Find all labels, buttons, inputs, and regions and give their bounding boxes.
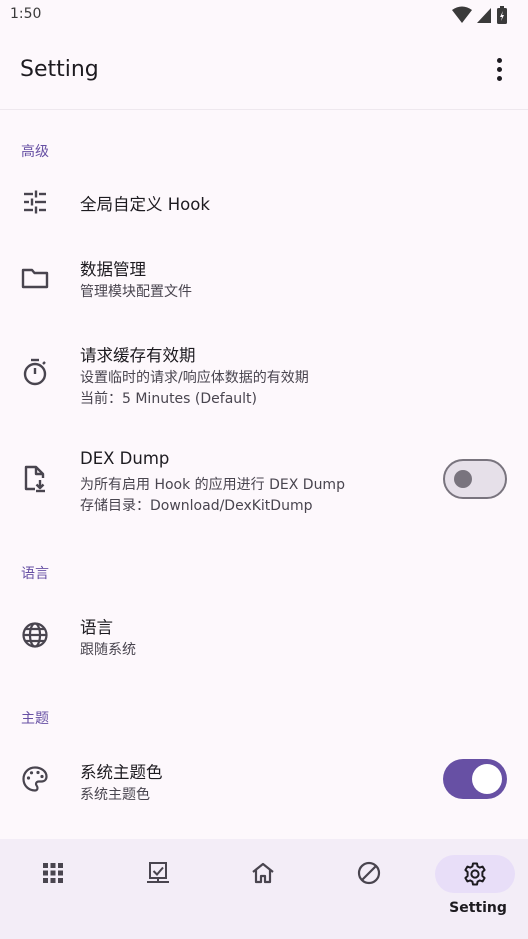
checklist-monitor-icon — [147, 862, 169, 883]
item-title: 语言 — [80, 618, 113, 637]
file-download-icon — [20, 463, 50, 493]
status-time: 1:50 — [10, 6, 42, 22]
timer-icon — [20, 357, 50, 387]
item-subtitle-directory: 存储目录：Download/DexKitDump — [80, 498, 313, 514]
nav-icon-container — [128, 855, 188, 891]
item-title: DEX Dump — [80, 449, 170, 468]
item-subtitle: 系统主题色 — [80, 787, 150, 803]
more-vert-icon — [496, 57, 502, 63]
item-title: 系统主题色 — [80, 763, 163, 782]
toggle-thumb — [472, 764, 502, 794]
more-options-button[interactable] — [484, 52, 514, 86]
more-vert-icon-dot — [496, 66, 502, 72]
dex-dump-toggle[interactable] — [443, 459, 507, 499]
globe-icon — [20, 620, 50, 650]
folder-icon — [20, 263, 50, 293]
palette-icon — [20, 764, 50, 794]
wifi-icon — [452, 6, 472, 23]
more-vert-icon-dot — [496, 75, 502, 81]
item-subtitle: 设置临时的请求/响应体数据的有效期 — [80, 370, 309, 386]
nav-icon-container — [233, 855, 293, 891]
setting-item-data-management[interactable]: 数据管理 管理模块配置文件 — [0, 244, 528, 310]
item-subtitle: 跟随系统 — [80, 642, 136, 658]
gear-icon — [464, 862, 486, 886]
app-bar: Setting — [0, 32, 528, 110]
bottom-navigation: Setting — [0, 839, 528, 939]
nav-item-checklist[interactable] — [118, 853, 198, 925]
nav-icon-container — [23, 855, 83, 891]
status-icons — [452, 5, 508, 25]
nav-item-setting[interactable]: Setting — [435, 853, 518, 925]
setting-item-language[interactable]: 语言 跟随系统 — [0, 603, 528, 669]
nav-icon-container — [435, 855, 515, 893]
toggle-thumb — [454, 470, 472, 488]
battery-icon — [497, 6, 507, 24]
tune-icon — [20, 187, 50, 217]
section-header-language: 语言 — [21, 566, 49, 582]
nav-item-home[interactable] — [223, 853, 303, 925]
home-icon — [252, 862, 274, 884]
item-title: 全局自定义 Hook — [80, 195, 210, 214]
setting-item-global-hook[interactable]: 全局自定义 Hook — [0, 170, 528, 234]
signal-icon — [477, 8, 491, 23]
item-subtitle: 管理模块配置文件 — [80, 284, 192, 300]
nav-label-setting: Setting — [449, 900, 507, 916]
apps-icon — [43, 863, 63, 883]
section-header-theme: 主题 — [21, 711, 49, 727]
status-bar: 1:50 — [0, 0, 528, 32]
nav-icon-container — [339, 855, 399, 891]
setting-item-dex-dump[interactable]: DEX Dump 为所有启用 Hook 的应用进行 DEX Dump 存储目录：… — [0, 437, 528, 525]
block-icon — [357, 861, 381, 885]
setting-item-theme-color[interactable]: 系统主题色 系统主题色 — [0, 748, 528, 814]
nav-item-block[interactable] — [329, 853, 409, 925]
theme-color-toggle[interactable] — [443, 759, 507, 799]
section-header-advanced: 高级 — [21, 144, 49, 160]
nav-item-apps[interactable] — [13, 853, 93, 925]
item-title: 请求缓存有效期 — [80, 346, 196, 365]
page-title: Setting — [20, 57, 99, 82]
item-subtitle: 为所有启用 Hook 的应用进行 DEX Dump — [80, 477, 345, 493]
item-title: 数据管理 — [80, 260, 146, 279]
item-subtitle-current: 当前：5 Minutes (Default) — [80, 391, 257, 407]
setting-item-cache-validity[interactable]: 请求缓存有效期 设置临时的请求/响应体数据的有效期 当前：5 Minutes (… — [0, 330, 528, 418]
